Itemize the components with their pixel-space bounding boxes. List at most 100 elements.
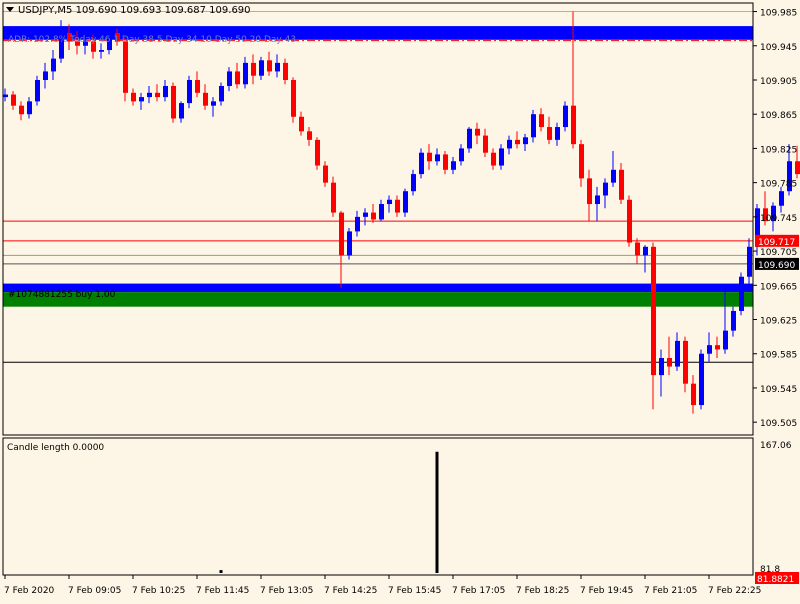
y-tick-label: 109.505 <box>760 419 797 429</box>
y-tick-label: 109.825 <box>760 145 797 155</box>
candle-body <box>187 79 192 104</box>
x-tick-label: 7 Feb 19:45 <box>580 586 633 596</box>
candle-body <box>19 105 24 115</box>
candle-body <box>259 60 264 76</box>
candle-body <box>427 152 432 162</box>
candle-body <box>707 345 712 354</box>
candle-body <box>675 340 680 367</box>
candle-body <box>563 105 568 128</box>
candle-body <box>555 127 560 140</box>
candle-body <box>355 216 360 232</box>
candle-body <box>595 195 600 205</box>
candle-body <box>747 246 752 277</box>
candle-body <box>195 79 200 93</box>
candle-body <box>123 41 128 93</box>
candle-body <box>779 191 784 206</box>
candle-body <box>11 94 16 106</box>
order-label: #1074881255 buy 1.00 <box>8 290 116 300</box>
y-tick-label: 109.985 <box>760 9 797 19</box>
price-zone <box>3 292 753 307</box>
candle-body <box>419 152 424 175</box>
candle-body <box>211 101 216 106</box>
sub-chart-frame <box>2 437 754 576</box>
candle-body <box>499 148 504 166</box>
x-tick-label: 7 Feb 13:05 <box>260 586 313 596</box>
candle-body <box>155 92 160 98</box>
x-tick-label: 7 Feb 21:05 <box>644 586 697 596</box>
x-tick-label: 7 Feb 22:25 <box>708 586 761 596</box>
y-tick-label: 109.625 <box>760 317 797 327</box>
candle-body <box>507 139 512 149</box>
red-line-price-tag: 109.717 <box>758 238 795 248</box>
candle-body <box>483 135 488 153</box>
candle-body <box>651 246 656 376</box>
candle-body <box>467 128 472 149</box>
candle-body <box>571 105 576 145</box>
candle-body <box>363 212 368 217</box>
y-tick-label: 109.905 <box>760 77 797 87</box>
candle-body <box>203 92 208 106</box>
candle-body <box>347 231 352 256</box>
candle-body <box>515 139 520 145</box>
candle-body <box>539 114 544 128</box>
candle-body <box>35 79 40 102</box>
candle-body <box>731 310 736 331</box>
adr-info: ADR: 102.8% Today 46 1 Day 38 5 Day 34 1… <box>8 35 296 45</box>
candle-body <box>371 212 376 220</box>
candle-body <box>51 58 56 72</box>
candle-body <box>379 204 384 220</box>
x-tick-label: 7 Feb 2020 <box>4 586 55 596</box>
candle-body <box>251 62 256 76</box>
candle-body <box>531 114 536 138</box>
candle-body <box>643 246 648 256</box>
candle-body <box>179 103 184 119</box>
subwindow-layer <box>219 451 439 573</box>
candle-body <box>459 148 464 162</box>
candle-body <box>243 62 248 85</box>
candle-body <box>267 60 272 72</box>
candle-body <box>299 116 304 132</box>
candle-body <box>339 212 344 256</box>
candle-body <box>475 128 480 136</box>
candle-body <box>171 85 176 119</box>
y-tick-label: 109.745 <box>760 214 797 224</box>
current-price-tag: 109.690 <box>758 261 795 271</box>
candle-body <box>699 353 704 406</box>
trading-chart[interactable]: 109.985 109.945 109.905 109.865 109.825 109.7… <box>0 0 800 600</box>
candle-body <box>435 154 440 162</box>
candle-body <box>403 191 408 213</box>
candles-layer <box>3 11 800 414</box>
candle-body <box>387 199 392 205</box>
x-tick-label: 7 Feb 09:05 <box>68 586 121 596</box>
candle-body <box>443 154 448 170</box>
candle-body <box>579 144 584 179</box>
y-tick-label: 109.545 <box>760 385 797 395</box>
candle-body <box>395 199 400 213</box>
main-chart-frame <box>2 2 754 436</box>
symbol-info: USDJPY,M5 109.690 109.693 109.687 109.69… <box>18 5 251 16</box>
candle-body <box>603 182 608 196</box>
candle-body <box>307 131 312 140</box>
candle-body <box>635 242 640 256</box>
y-tick-label: 109.585 <box>760 351 797 361</box>
candle-body <box>715 345 720 350</box>
candle-length-bar <box>435 451 439 573</box>
x-tick-label: 7 Feb 14:25 <box>324 586 377 596</box>
candle-body <box>683 340 688 384</box>
candle-body <box>611 169 616 183</box>
x-tick-label: 7 Feb 11:45 <box>196 586 249 596</box>
y-tick-label: 109.665 <box>760 282 797 292</box>
candle-body <box>235 71 240 85</box>
candle-body <box>659 358 664 376</box>
candle-body <box>739 276 744 311</box>
chart-canvas[interactable]: 109.985 109.945 109.905 109.865 109.825 109.7… <box>0 0 800 600</box>
candle-body <box>43 71 48 80</box>
candle-body <box>587 178 592 205</box>
y-tick-label: 109.705 <box>760 248 797 258</box>
sub-title: Candle length 0.0000 <box>7 443 104 453</box>
candle-body <box>627 199 632 243</box>
candle-body <box>219 85 224 102</box>
x-tick-label: 7 Feb 15:45 <box>388 586 441 596</box>
x-tick-label: 7 Feb 18:25 <box>516 586 569 596</box>
y-tick-label: 109.865 <box>760 111 797 121</box>
